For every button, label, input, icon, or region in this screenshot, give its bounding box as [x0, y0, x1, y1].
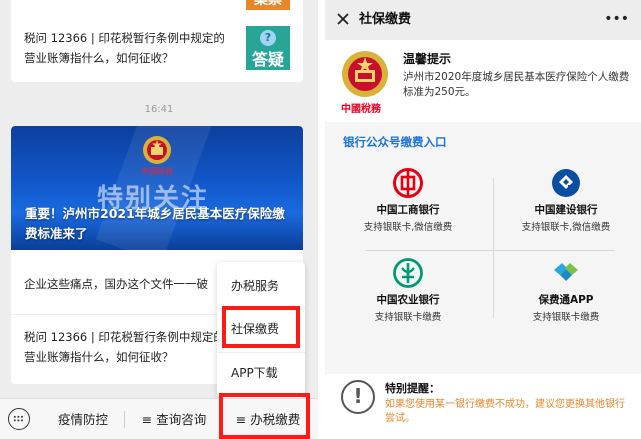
- article-thumbnail: ? 答疑: [246, 26, 290, 70]
- submenu-item-tax-service[interactable]: 办税服务: [217, 266, 305, 306]
- bank-desc: 支持银联卡,微信缴费: [363, 222, 453, 233]
- submenu-item-app-download[interactable]: APP下载: [217, 352, 305, 392]
- bank-name: 中国农业银行: [376, 294, 440, 306]
- message-timestamp: 16:41: [144, 104, 174, 115]
- article-list-title[interactable]: 企业这些痛点，国办这个文件一一破: [24, 274, 224, 294]
- highlight-box: [219, 393, 310, 439]
- highlight-box: [222, 306, 300, 348]
- tax-emblem-icon: [143, 136, 171, 164]
- article-thumb-badge: 案票: [246, 0, 290, 10]
- notice-body: 泸州市2020年度城乡居民基本医疗保险个人缴费 标准为250元。: [403, 71, 630, 98]
- thumbnail-text: 答疑: [251, 50, 284, 69]
- bank-name: 保费通APP: [538, 294, 594, 306]
- bank-name: 中国建设银行: [534, 204, 598, 216]
- social-security-page: 社保缴费 ••• 中國稅務 温馨提示 泸州市2020年度城乡居民基本医疗保险个人…: [325, 0, 641, 439]
- bank-desc: 支持银联卡缴费: [532, 312, 600, 323]
- tip-panel: ! 特别提醒： 如果您使用某一银行缴费不成功，建议您更换其他银行 尝试。: [325, 374, 641, 439]
- bank-item-abc[interactable]: 中国农业银行 支持银联卡缴费: [333, 258, 483, 323]
- tip-body: 如果您使用某一银行缴费不成功，建议您更换其他银行 尝试。: [385, 399, 625, 424]
- bank-desc: 支持银联卡缴费: [374, 312, 442, 323]
- section-title: 银行公众号缴费入口: [343, 135, 447, 149]
- emblem-caption: 中國稅務: [141, 167, 173, 176]
- bank-desc: 支持银联卡,微信缴费: [521, 222, 611, 233]
- menu-epidemic-prevention[interactable]: 疫情防控: [44, 399, 122, 439]
- icbc-logo-icon: [393, 168, 423, 198]
- tip-title: 特别提醒：: [385, 382, 440, 395]
- handshake-logo-icon: [554, 263, 578, 281]
- tax-emblem-icon: [342, 51, 388, 97]
- bank-item-baofeitong[interactable]: 保费通APP 支持银联卡缴费: [491, 258, 641, 323]
- bank-item-icbc[interactable]: 中国工商银行 支持银联卡,微信缴费: [333, 168, 483, 233]
- page-title: 社保缴费: [359, 12, 412, 27]
- more-icon[interactable]: •••: [604, 12, 629, 26]
- article-banner[interactable]: 中國稅務 特别关注 重要！泸州市2021年城乡居民基本医疗保险缴费标准来了: [11, 126, 303, 250]
- logo-caption: 中國稅務: [341, 104, 381, 115]
- article-list-title[interactable]: 税问 12366 | 印花税暂行条例中规定的营业账簿指什么，如何征收？: [24, 327, 234, 367]
- abc-logo-icon: [393, 258, 423, 288]
- article-title[interactable]: 税问 12366 | 印花税暂行条例中规定的营业账簿指什么，如何征收？: [24, 28, 234, 68]
- bank-grid: 中国工商银行 支持银联卡,微信缴费 中国建设银行 支持银联卡,微信缴费 中国农业…: [325, 158, 641, 328]
- nav-bar: 社保缴费 •••: [325, 0, 641, 40]
- question-icon: ?: [260, 30, 276, 46]
- keyboard-icon[interactable]: [8, 408, 30, 430]
- warning-icon: !: [341, 380, 375, 414]
- article-card-top[interactable]: 案票 税问 12366 | 印花税暂行条例中规定的营业账簿指什么，如何征收？ ?…: [11, 0, 303, 82]
- menu-query-consult[interactable]: ≡ 查询咨询: [128, 399, 220, 439]
- close-icon[interactable]: [335, 11, 351, 27]
- chat-screen: 案票 税问 12366 | 印花税暂行条例中规定的营业账簿指什么，如何征收？ ?…: [0, 0, 318, 439]
- notice-panel: 中國稅務 温馨提示 泸州市2020年度城乡居民基本医疗保险个人缴费 标准为250…: [325, 40, 641, 122]
- bank-item-ccb[interactable]: 中国建设银行 支持银联卡,微信缴费: [491, 168, 641, 233]
- ccb-logo-icon: [552, 169, 580, 197]
- article-headline[interactable]: 重要！泸州市2021年城乡居民基本医疗保险缴费标准来了: [25, 204, 295, 244]
- notice-title: 温馨提示: [403, 52, 452, 66]
- bank-name: 中国工商银行: [376, 204, 440, 216]
